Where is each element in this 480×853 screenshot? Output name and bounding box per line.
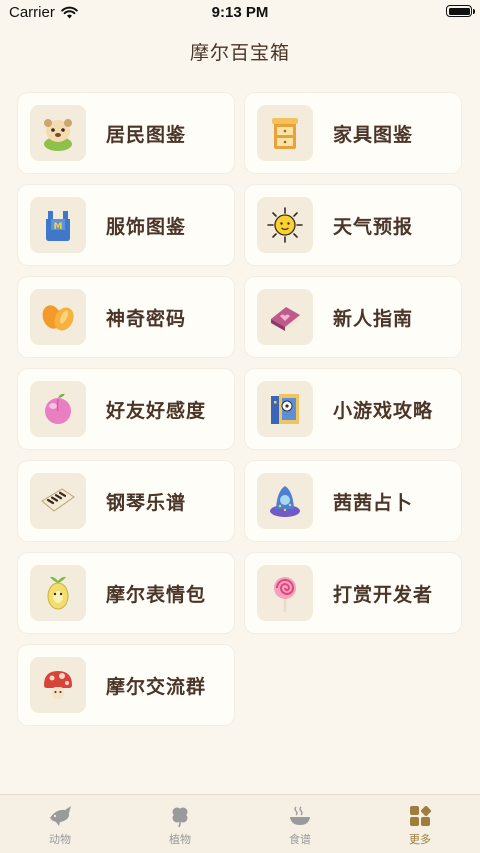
menu-card-beginner-guide[interactable]: 新人指南: [245, 277, 461, 357]
status-bar: Carrier 9:13 PM: [0, 0, 480, 24]
clover-icon: [172, 807, 188, 828]
sun-icon: [267, 207, 303, 243]
tab-label: 植物: [169, 833, 191, 846]
menu-card-resident-guide[interactable]: 居民图鉴: [18, 93, 234, 173]
more-grid-icon: [410, 805, 432, 826]
lollipop-icon: [274, 577, 296, 613]
battery-icon: [446, 5, 475, 17]
menu-card-label: 居民图鉴: [106, 123, 187, 146]
menu-card-label: 小游戏攻略: [333, 399, 434, 422]
mushroom-icon: [44, 671, 72, 699]
menu-card-fortune-telling[interactable]: 茜茜占卜: [245, 461, 461, 541]
menu-card-minigame-guide[interactable]: 小游戏攻略: [245, 369, 461, 449]
menu-card-label: 好友好感度: [106, 399, 207, 422]
tab-label: 动物: [49, 833, 71, 846]
menu-card-label: 家具图鉴: [333, 123, 414, 146]
resident-avatar-icon: [44, 119, 72, 151]
menu-card-furniture-guide[interactable]: 家具图鉴: [245, 93, 461, 173]
menu-card-label: 摩尔交流群: [106, 675, 207, 698]
orange-slices-icon: [42, 305, 74, 331]
status-time: 9:13 PM: [211, 4, 269, 21]
svg-text:M: M: [54, 222, 63, 232]
menu-card-label: 钢琴乐谱: [106, 491, 187, 514]
menu-card-weather-forecast[interactable]: 天气预报: [245, 185, 461, 265]
fortune-teller-icon: [270, 486, 300, 517]
menu-card-label: 天气预报: [333, 215, 414, 238]
menu-grid: 居民图鉴 家具图鉴 M 服饰图鉴 天气预报 神奇密码 新人指南 好友好感度 小游…: [18, 93, 461, 725]
menu-card-label: 神奇密码: [106, 307, 187, 330]
menu-card-label: 摩尔表情包: [106, 583, 207, 606]
menu-card-mole-stickers[interactable]: 摩尔表情包: [18, 553, 234, 633]
menu-card-label: 服饰图鉴: [106, 215, 187, 238]
menu-card-clothing-guide[interactable]: M 服饰图鉴: [18, 185, 234, 265]
page-title: 摩尔百宝箱: [189, 42, 290, 64]
menu-card-piano-sheet[interactable]: 钢琴乐谱: [18, 461, 234, 541]
tab-label: 食谱: [289, 833, 311, 846]
soccer-door-icon: [271, 394, 299, 424]
bottom-tab-bar: 动物 植物 食谱 更多: [0, 794, 480, 853]
menu-card-magic-code[interactable]: 神奇密码: [18, 277, 234, 357]
menu-card-tip-developer[interactable]: 打赏开发者: [245, 553, 461, 633]
tab-plants[interactable]: 植物: [120, 795, 240, 853]
bowl-icon: [290, 806, 310, 825]
menu-card-label: 茜茜占卜: [333, 491, 414, 514]
menu-card-label: 打赏开发者: [333, 583, 434, 606]
fish-icon: [50, 806, 71, 826]
tab-more[interactable]: 更多: [360, 795, 480, 853]
guide-book-icon: [271, 307, 300, 331]
menu-card-friend-affinity[interactable]: 好友好感度: [18, 369, 234, 449]
furniture-cabinet-icon: [272, 118, 298, 149]
clothing-overalls-icon: M: [46, 211, 70, 241]
tab-recipes[interactable]: 食谱: [240, 795, 360, 853]
peach-icon: [45, 393, 71, 424]
tab-label: 更多: [409, 833, 431, 846]
piano-keys-icon: [41, 488, 75, 512]
tab-animals[interactable]: 动物: [0, 795, 120, 853]
menu-card-label: 新人指南: [333, 307, 414, 330]
egg-sticker-icon: [47, 576, 69, 610]
menu-card-community-group[interactable]: 摩尔交流群: [18, 645, 234, 725]
